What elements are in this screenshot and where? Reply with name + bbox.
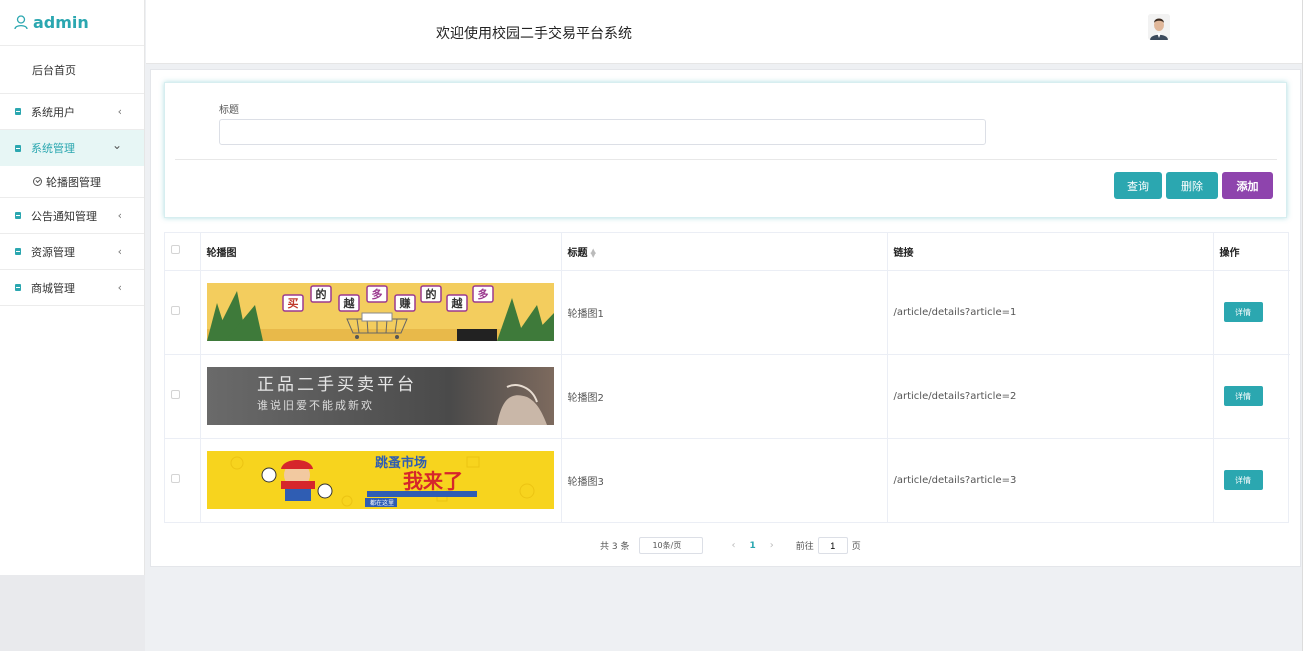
sidebar-item-home[interactable]: 后台首页 [0, 46, 144, 94]
banner-2-sub-text: 谁说旧爱不能成新欢 [257, 398, 374, 412]
table-row: 买 的 越 多 赚 的 越 多 轮播图1 /article/details?ar… [165, 270, 1290, 355]
top-header: 欢迎使用校园二手交易平台系统 [146, 0, 1302, 64]
page-title: 欢迎使用校园二手交易平台系统 [436, 26, 632, 42]
chevron-left-icon: ‹ [117, 105, 122, 118]
title-field-label: 标题 [219, 105, 239, 116]
pagination: 共 3 条 10条/页 ‹ 1 › 前往 页 [600, 537, 861, 554]
column-header-title-label: 标题 [567, 247, 588, 259]
row-actions: 详情 [1213, 354, 1290, 439]
row-actions: 详情 [1213, 438, 1290, 522]
banner-1-char: 多 [477, 287, 488, 301]
row-select-cell [165, 354, 201, 439]
banner-image-3: 跳蚤市场 我来了 都在这里 [206, 451, 554, 510]
detail-button[interactable]: 详情 [1223, 386, 1263, 406]
sidebar-item-label: 公告通知管理 [31, 209, 97, 223]
row-title: 轮播图1 [561, 270, 888, 355]
column-header-image: 轮播图 [200, 233, 562, 271]
sidebar-item-announcements[interactable]: 公告通知管理 ‹ [0, 198, 144, 234]
goto-page-input[interactable] [817, 537, 848, 554]
goto-label: 前往 [795, 542, 814, 552]
sidebar-subitem-carousel[interactable]: 轮播图管理 [0, 166, 144, 198]
row-checkbox[interactable] [171, 474, 180, 484]
query-button[interactable]: 查询 [1114, 172, 1162, 199]
sidebar-item-mall[interactable]: 商城管理 ‹ [0, 270, 144, 306]
sidebar-item-label: 商城管理 [31, 281, 75, 295]
banner-1-char: 的 [425, 287, 436, 301]
carousel-table: 轮播图 标题 ▲ ▼ 链接 操作 买 的 越 多 赚 的 越 多 轮播图1 /a… [164, 232, 1290, 523]
user-icon [14, 15, 28, 30]
page-unit-label: 页 [851, 542, 861, 552]
sidebar-item-system-users[interactable]: 系统用户 ‹ [0, 94, 144, 130]
select-all-checkbox[interactable] [171, 245, 180, 255]
document-icon [15, 284, 21, 291]
delete-button[interactable]: 删除 [1166, 172, 1218, 199]
chevron-left-icon: ‹ [117, 209, 122, 222]
table-row: 跳蚤市场 我来了 都在这里 轮播图3 /article/details?arti… [165, 438, 1290, 522]
sort-icon[interactable]: ▲ ▼ [591, 247, 596, 258]
row-checkbox[interactable] [171, 306, 180, 315]
row-checkbox[interactable] [171, 390, 180, 399]
banner-cell: 正品二手买卖平台 谁说旧爱不能成新欢 [200, 354, 562, 439]
check-circle-icon [33, 177, 42, 186]
row-actions: 详情 [1213, 270, 1290, 355]
select-all-cell [165, 233, 201, 271]
title-search-input[interactable] [219, 119, 986, 145]
avatar[interactable] [1148, 14, 1170, 40]
chevron-down-icon: ⌄ [111, 138, 122, 152]
page-number-current[interactable]: 1 [749, 541, 755, 551]
document-icon [15, 108, 21, 115]
next-page-icon[interactable]: › [770, 540, 774, 551]
banner-1-char: 多 [371, 287, 382, 301]
banner-3-small-text: 都在这里 [370, 499, 394, 507]
banner-1-char: 赚 [398, 296, 410, 310]
admin-username: admin [33, 13, 89, 32]
main-panel: 标题 查询 删除 添加 轮播图 标题 ▲ ▼ 链接 操作 买 的 越 多 赚 的… [150, 69, 1301, 567]
banner-1-char: 越 [450, 296, 463, 310]
chevron-left-icon: ‹ [117, 281, 122, 294]
banner-cell: 跳蚤市场 我来了 都在这里 [200, 438, 562, 522]
document-icon [15, 248, 21, 255]
table-row: 正品二手买卖平台 谁说旧爱不能成新欢 轮播图2 /article/details… [165, 354, 1290, 439]
search-form: 标题 查询 删除 添加 [164, 82, 1287, 218]
scrollbar-track[interactable] [1302, 0, 1309, 651]
sidebar-footer-area [0, 575, 145, 651]
banner-image-2: 正品二手买卖平台 谁说旧爱不能成新欢 [206, 367, 554, 425]
divider [175, 159, 1277, 160]
row-title: 轮播图3 [561, 438, 888, 522]
detail-button[interactable]: 详情 [1223, 302, 1263, 322]
chevron-left-icon: ‹ [117, 245, 122, 258]
banner-1-char: 买 [287, 297, 298, 310]
column-header-link: 链接 [887, 233, 1214, 271]
column-header-title[interactable]: 标题 ▲ ▼ [561, 233, 888, 271]
document-icon [15, 212, 21, 219]
row-link: /article/details?article=1 [887, 270, 1214, 355]
row-select-cell [165, 438, 201, 522]
sidebar-brand: admin [0, 0, 144, 46]
banner-3-big-text: 我来了 [403, 469, 463, 493]
sidebar-item-label: 系统用户 [31, 105, 75, 119]
row-title: 轮播图2 [561, 354, 888, 439]
sidebar-item-label: 系统管理 [31, 142, 75, 155]
detail-button[interactable]: 详情 [1223, 470, 1263, 491]
banner-cell: 买 的 越 多 赚 的 越 多 [200, 270, 562, 355]
row-link: /article/details?article=2 [887, 354, 1214, 439]
pagination-total: 共 3 条 [600, 542, 630, 552]
banner-1-char: 越 [342, 296, 355, 310]
sidebar-item-system-management[interactable]: 系统管理 ⌄ [0, 130, 144, 166]
row-select-cell [165, 270, 201, 355]
banner-image-1: 买 的 越 多 赚 的 越 多 [206, 283, 554, 341]
banner-2-main-text: 正品二手买卖平台 [257, 375, 417, 395]
column-header-actions: 操作 [1213, 233, 1290, 271]
add-button[interactable]: 添加 [1222, 172, 1273, 199]
row-link: /article/details?article=3 [887, 438, 1214, 522]
sidebar-subitem-label: 轮播图管理 [46, 175, 101, 189]
prev-page-icon[interactable]: ‹ [731, 540, 735, 551]
document-icon [15, 144, 21, 152]
sidebar-item-label: 资源管理 [31, 245, 75, 259]
banner-1-char: 的 [315, 287, 326, 301]
page-size-select[interactable]: 10条/页 [639, 537, 704, 554]
sidebar: admin 后台首页 系统用户 ‹ 系统管理 ⌄ 轮播图管理 公告通知管理 ‹ … [0, 0, 145, 575]
table-header-row: 轮播图 标题 ▲ ▼ 链接 操作 [165, 233, 1290, 271]
sidebar-item-resources[interactable]: 资源管理 ‹ [0, 234, 144, 270]
